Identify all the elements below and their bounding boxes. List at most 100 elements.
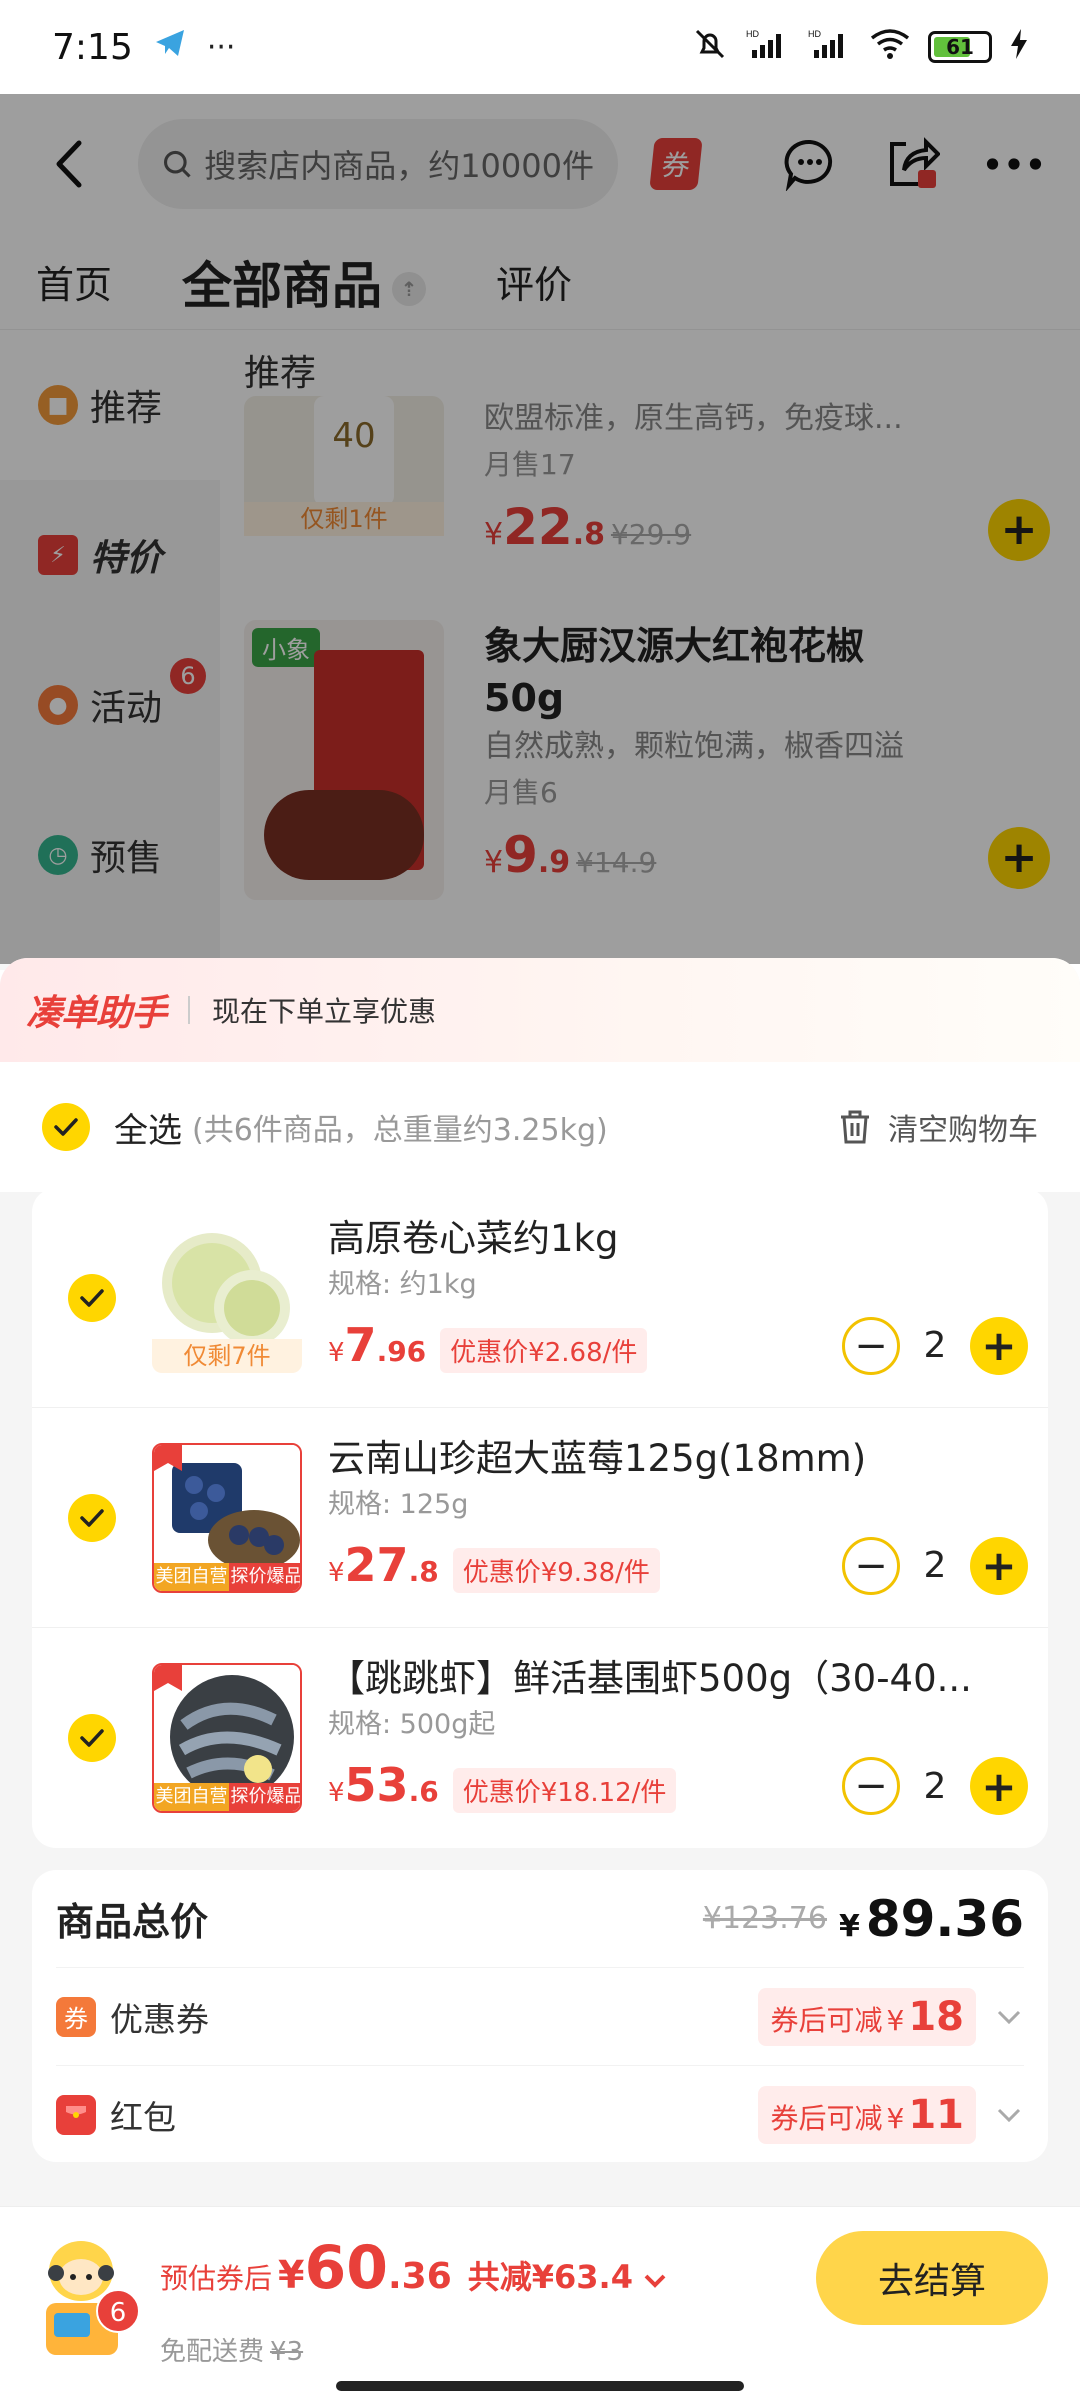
total-title: 商品总价 <box>56 1900 209 1944</box>
item-price-dec: .96 <box>376 1334 427 1368</box>
price-currency: ¥ <box>328 1557 345 1588</box>
item-price-int: 27 <box>344 1537 409 1592</box>
item-checkbox[interactable] <box>68 1493 116 1542</box>
redpack-currency: ¥ <box>886 2102 905 2135</box>
item-checkbox[interactable] <box>68 1714 116 1762</box>
item-promo-price: 优惠价¥2.68/件 <box>440 1327 648 1373</box>
redpack-label: 红包 <box>110 2098 176 2137</box>
delivery-fee-label: 免配送费 <box>160 2337 265 2367</box>
select-all-checkbox[interactable] <box>42 1103 90 1151</box>
coupon-discount-prefix: 券后可减 <box>770 2003 883 2037</box>
home-indicator[interactable] <box>336 2381 744 2391</box>
signal-1-icon: HD <box>746 28 790 67</box>
signal-2-icon: HD <box>808 28 852 67</box>
promo-tags: 美团自营 探价爆品 <box>154 1783 300 1811</box>
self-operated-tag: 美团自营 <box>154 1783 229 1811</box>
redpack-row[interactable]: 红包 券后可减 ¥11 <box>56 2066 1024 2164</box>
telegram-icon <box>153 26 187 69</box>
hot-item-tag: 探价爆品 <box>229 1562 300 1591</box>
cart-sheet: 凑单助手 现在下单立享优惠 全选 (共6件商品，总重量约3.25kg) 清空购物… <box>0 958 1080 2401</box>
redpack-amount: 11 <box>908 2092 964 2138</box>
item-price-int: 53 <box>344 1758 409 1812</box>
select-all-label[interactable]: 全选 <box>114 1103 182 1152</box>
wifi-icon <box>870 28 910 67</box>
price-currency: ¥ <box>328 1778 345 1808</box>
item-promo-price: 优惠价¥9.38/件 <box>452 1547 660 1593</box>
increase-button[interactable]: + <box>970 1316 1028 1375</box>
estimated-label: 预估券后 <box>160 2262 273 2295</box>
item-price-dec: .8 <box>408 1554 439 1588</box>
shrimp-image[interactable]: 美团自营 探价爆品 <box>152 1663 302 1813</box>
cart-item: 美团自营 探价爆品 【跳跳虾】鲜活基围虾500g（30-40... 规格: 50… <box>32 1628 1048 1848</box>
helper-title: 凑单助手 <box>26 993 167 1034</box>
item-promo-price: 优惠价¥18.12/件 <box>452 1768 677 1813</box>
item-quantity: 2 <box>923 1325 947 1366</box>
mute-icon <box>692 26 728 69</box>
svg-text:HD: HD <box>746 29 759 39</box>
self-operated-tag: 美团自营 <box>154 1562 229 1591</box>
total-saving[interactable]: 共减¥63.4 <box>468 2252 666 2298</box>
item-spec: 规格: 125g <box>328 1488 469 1520</box>
stock-tag: 仅剩7件 <box>152 1338 302 1373</box>
divider <box>188 996 191 1024</box>
total-currency: ¥ <box>838 1908 860 1944</box>
cabbage-image[interactable]: 仅剩7件 <box>152 1222 302 1373</box>
svg-text:HD: HD <box>808 29 821 39</box>
chevron-down-icon[interactable] <box>994 2100 1024 2130</box>
item-name[interactable]: 【跳跳虾】鲜活基围虾500g（30-40... <box>328 1653 1008 1705</box>
chevron-down-icon[interactable] <box>994 2002 1024 2032</box>
coupon-row[interactable]: 券 优惠券 券后可减 ¥18 <box>56 1968 1024 2066</box>
quantity-stepper: − 2 + <box>842 1536 1028 1595</box>
coupon-label: 优惠券 <box>110 1999 209 2039</box>
total-price: ¥89.36 <box>839 1890 1024 1948</box>
price-currency: ¥ <box>328 1337 345 1368</box>
cart-item: 美团自营 探价爆品 云南山珍超大蓝莓125g(18mm) 规格: 125g ¥2… <box>32 1408 1048 1628</box>
delivery-fee: 免配送费 ¥3 <box>160 2331 303 2368</box>
redpack-discount-prefix: 券后可减 <box>770 2102 883 2135</box>
quantity-stepper: − 2 + <box>842 1316 1028 1375</box>
coupon-amount: 18 <box>908 1993 964 2040</box>
decrease-button[interactable]: − <box>842 1536 900 1595</box>
status-bar: 7:15 ··· HD HD 61 <box>0 0 1080 94</box>
item-spec: 规格: 约1kg <box>328 1268 477 1300</box>
increase-button[interactable]: + <box>970 1757 1028 1815</box>
coupon-currency: ¥ <box>886 2003 905 2037</box>
screen: 7:15 ··· HD HD 61 搜索店内商品，约10000件 券 首页 全部… <box>0 0 1080 2401</box>
select-summary: (共6件商品，总重量约3.25kg) <box>192 1113 608 1148</box>
quantity-stepper: − 2 + <box>842 1757 1028 1815</box>
hot-item-tag: 探价爆品 <box>229 1783 300 1811</box>
battery-level: 61 <box>946 35 974 59</box>
blueberry-image[interactable]: 美团自营 探价爆品 <box>152 1442 302 1593</box>
checkout-button[interactable]: 去结算 <box>816 2231 1048 2325</box>
item-name[interactable]: 高原卷心菜约1kg <box>328 1213 1008 1265</box>
estimated-price: 预估券后 ¥ 60 .36 共减¥63.4 <box>160 2233 666 2303</box>
checkout-bar: 6 预估券后 ¥ 60 .36 共减¥63.4 免配送费 ¥3 去结算 <box>0 2206 1080 2401</box>
estimated-currency: ¥ <box>278 2253 305 2297</box>
battery-icon: 61 <box>928 31 992 63</box>
estimated-int: 60 <box>304 2233 388 2303</box>
cart-item: 仅剩7件 高原卷心菜约1kg 规格: 约1kg ¥7.96 优惠价¥2.68/件… <box>32 1188 1048 1408</box>
redpack-discount: 券后可减 ¥11 <box>758 2086 976 2144</box>
item-price-dec: .6 <box>408 1775 439 1808</box>
select-all-bar: 全选 (共6件商品，总重量约3.25kg) 清空购物车 <box>0 1062 1080 1192</box>
item-checkbox[interactable] <box>68 1273 116 1322</box>
chevron-down-icon <box>644 2274 666 2288</box>
item-quantity: 2 <box>923 1765 947 1807</box>
helper-text: 现在下单立享优惠 <box>212 995 437 1028</box>
decrease-button[interactable]: − <box>842 1316 900 1375</box>
estimated-dec: .36 <box>387 2256 452 2297</box>
coupon-icon: 券 <box>56 1996 96 2037</box>
total-amount: 89.36 <box>865 1889 1024 1948</box>
helper-banner: 凑单助手 现在下单立享优惠 <box>0 958 1080 1062</box>
total-row: 商品总价 ¥123.76 ¥89.36 <box>56 1870 1024 1968</box>
total-saving-text: 共减¥63.4 <box>467 2258 633 2296</box>
item-name[interactable]: 云南山珍超大蓝莓125g(18mm) <box>328 1433 1008 1485</box>
item-spec: 规格: 500g起 <box>328 1709 496 1740</box>
decrease-button[interactable]: − <box>842 1757 900 1815</box>
price-summary-card: 商品总价 ¥123.76 ¥89.36 券 优惠券 券后可减 ¥18 红包 券后可… <box>32 1870 1048 2162</box>
more-notifications-icon: ··· <box>206 29 236 65</box>
increase-button[interactable]: + <box>970 1536 1028 1595</box>
promo-tags: 美团自营 探价爆品 <box>154 1562 300 1591</box>
clear-cart-button[interactable]: 清空购物车 <box>838 1105 1038 1149</box>
dim-overlay[interactable] <box>0 94 1080 964</box>
